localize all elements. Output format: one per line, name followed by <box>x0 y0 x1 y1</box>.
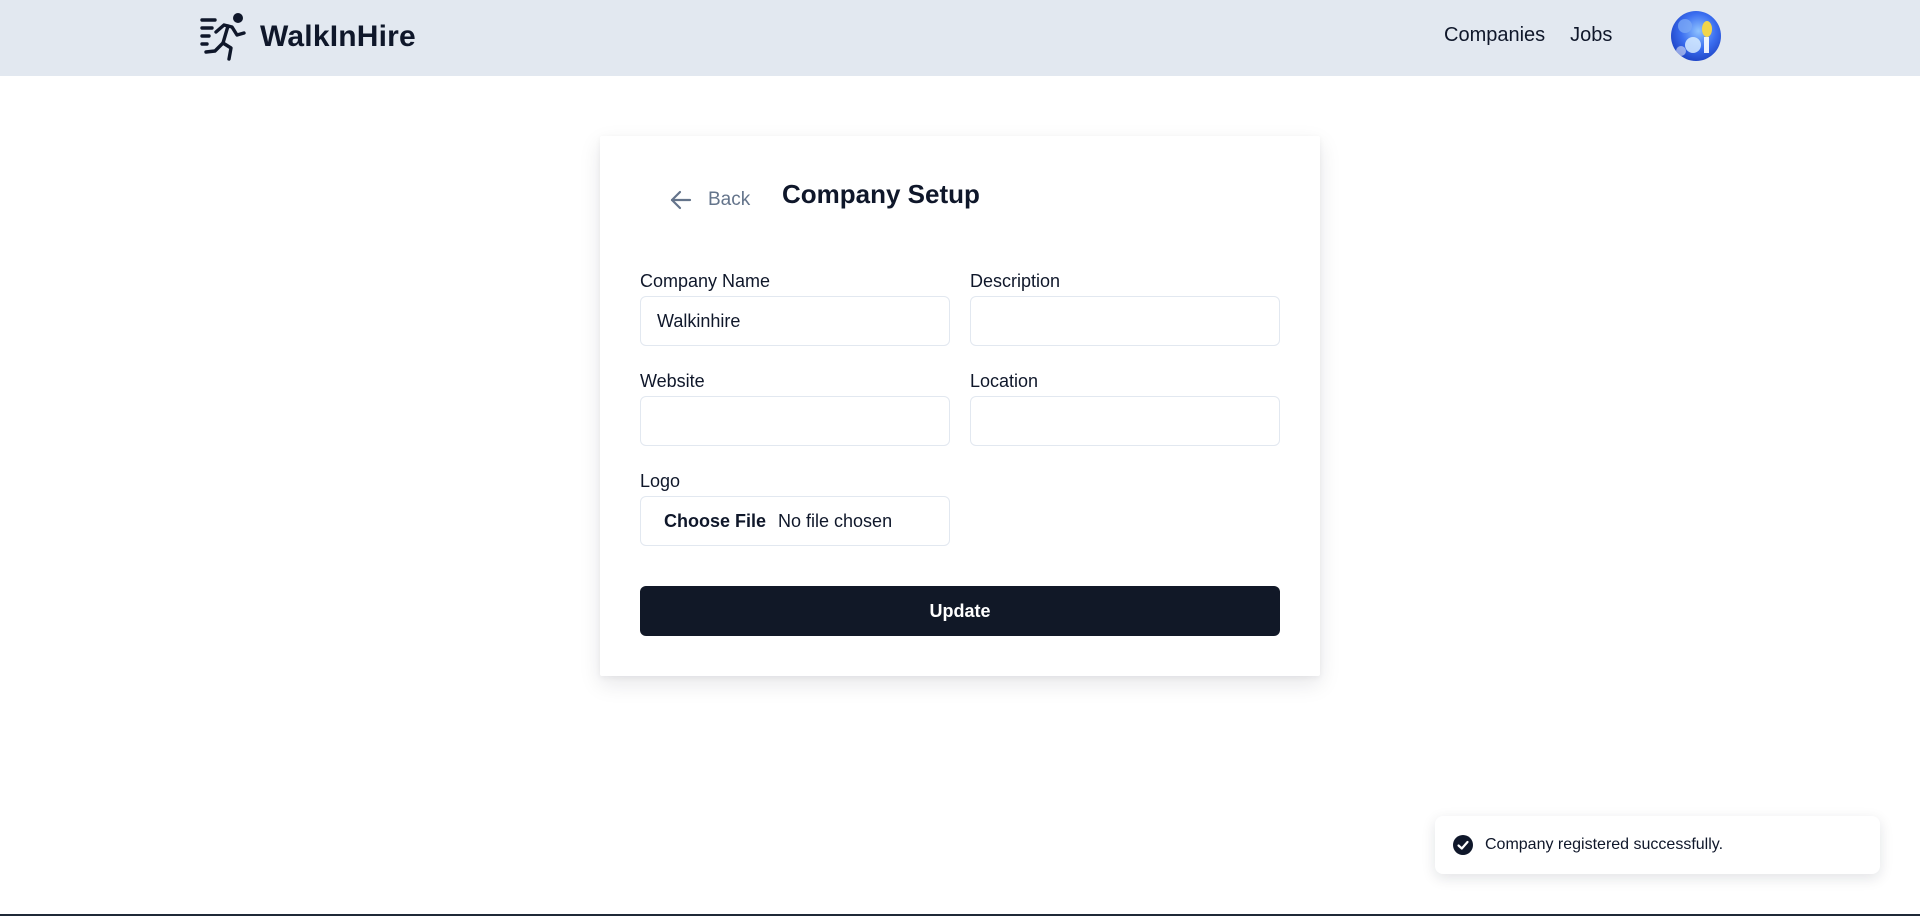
nav-link-companies[interactable]: Companies <box>1444 24 1545 47</box>
arrow-left-icon <box>670 190 692 210</box>
back-button[interactable]: Back <box>662 178 756 222</box>
location-label: Location <box>970 371 1039 391</box>
user-avatar[interactable] <box>1671 11 1721 61</box>
logo-file-input[interactable]: Choose File No file chosen <box>640 496 950 546</box>
running-person-icon <box>200 13 246 61</box>
check-circle-icon <box>1453 835 1473 855</box>
description-label: Description <box>970 271 1061 291</box>
company-name-input[interactable] <box>640 296 950 346</box>
website-label: Website <box>640 371 705 391</box>
logo-label: Logo <box>640 471 681 491</box>
company-name-label: Company Name <box>640 271 771 291</box>
description-input[interactable] <box>970 296 1280 346</box>
update-button[interactable]: Update <box>640 586 1280 636</box>
website-input[interactable] <box>640 396 950 446</box>
top-navbar: WalkInHire Companies Jobs <box>0 0 1920 76</box>
company-setup-card: Back Company Setup Company Name Descript… <box>600 136 1320 676</box>
avatar-image <box>1671 11 1721 61</box>
success-toast: Company registered successfully. <box>1435 816 1880 874</box>
file-status: No file chosen <box>778 510 893 531</box>
choose-file-button[interactable]: Choose File <box>664 511 766 532</box>
back-label: Back <box>708 189 751 210</box>
nav-links: Companies Jobs <box>1444 24 1612 47</box>
brand-logo[interactable]: WalkInHire <box>198 10 416 64</box>
brand-name: WalkInHire <box>260 20 416 53</box>
nav-link-jobs[interactable]: Jobs <box>1570 24 1612 47</box>
location-input[interactable] <box>970 396 1280 446</box>
page-title: Company Setup <box>782 179 980 209</box>
toast-message: Company registered successfully. <box>1485 836 1724 853</box>
